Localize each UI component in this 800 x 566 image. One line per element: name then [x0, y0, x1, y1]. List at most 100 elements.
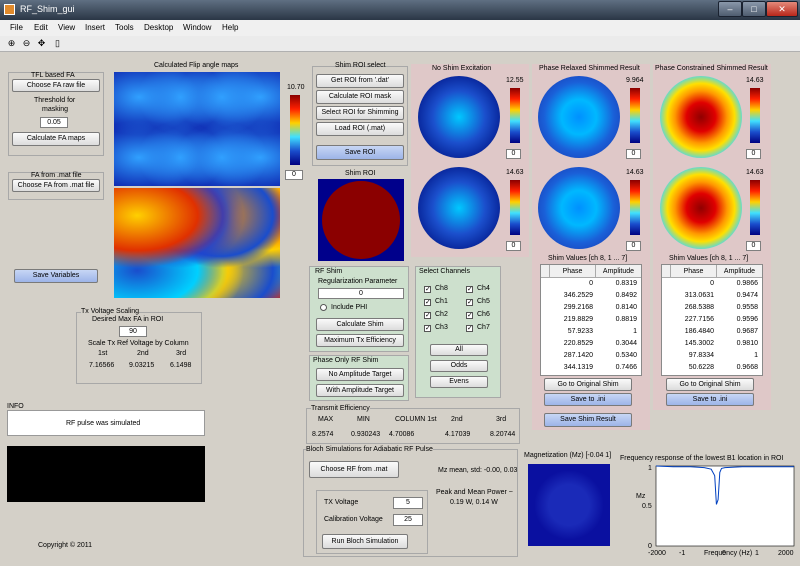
calibration-voltage-label: Calibration Voltage: [324, 516, 383, 523]
constrained-go-original-button[interactable]: Go to Original Shim: [666, 378, 754, 391]
menu-help[interactable]: Help: [222, 23, 238, 32]
get-roi-button[interactable]: Get ROI from '.dat': [316, 74, 404, 88]
no-shim-bottom-min[interactable]: 0: [506, 241, 521, 251]
menu-tools[interactable]: Tools: [115, 23, 134, 32]
relaxed-top-map: [538, 76, 620, 158]
choose-fa-raw-button[interactable]: Choose FA raw file: [12, 79, 100, 92]
calculate-roi-mask-button[interactable]: Calculate ROI mask: [316, 90, 404, 104]
freq-xlabel: Frequency (Hz): [704, 550, 752, 557]
shim-roi-select-title: Shim ROI select: [335, 62, 386, 69]
fa-colorbar-min[interactable]: 0: [285, 170, 303, 180]
desired-max-fa-input[interactable]: 90: [119, 326, 147, 337]
reg-param-label: Regularization Parameter: [318, 278, 398, 285]
close-button[interactable]: ✕: [766, 1, 798, 17]
save-variables-button[interactable]: Save Variables: [14, 269, 98, 283]
no-shim-top-map: [418, 76, 500, 158]
shim-phase-cell: 57.9233: [567, 328, 593, 335]
constrained-bottom-min[interactable]: 0: [746, 241, 761, 251]
channel-checkbox-ch8[interactable]: ✓: [424, 286, 431, 293]
tx-eff-header: 2nd: [451, 416, 463, 423]
zoom-in-icon[interactable]: ⊕: [6, 38, 17, 49]
shim-amplitude-cell: 0.9866: [736, 280, 758, 287]
constrained-shim-table[interactable]: Phase Amplitude 0 0.9866 313.0631 0.9474 268…: [661, 264, 763, 376]
tx-eff-value: 4.17039: [445, 431, 471, 438]
no-shim-bottom-max: 14.63: [506, 169, 524, 176]
relaxed-title: Phase Relaxed Shimmed Result: [539, 65, 640, 72]
shim-phase-cell: 227.7156: [684, 316, 714, 323]
tx-eff-header: COLUMN 1st: [395, 416, 437, 423]
relaxed-col-amplitude: Amplitude: [595, 265, 641, 278]
relaxed-bottom-min[interactable]: 0: [626, 241, 641, 251]
reg-param-input[interactable]: 0: [318, 288, 404, 299]
run-bloch-simulation-button[interactable]: Run Bloch Simulation: [322, 534, 408, 549]
tx-eff-value: 0.930243: [351, 431, 381, 438]
save-shim-result-button[interactable]: Save Shim Result: [544, 413, 632, 427]
menu-view[interactable]: View: [58, 23, 75, 32]
shim-amplitude-cell: 0.3044: [615, 340, 637, 347]
save-roi-button[interactable]: Save ROI: [316, 145, 404, 160]
choose-rf-button[interactable]: Choose RF from .mat: [309, 461, 399, 478]
all-channels-button[interactable]: All: [430, 344, 488, 356]
channel-checkbox-ch6[interactable]: ✓: [466, 312, 473, 319]
constrained-top-min[interactable]: 0: [746, 149, 761, 159]
load-roi-button[interactable]: Load ROI (.mat): [316, 122, 404, 136]
no-amplitude-target-button[interactable]: No Amplitude Target: [316, 368, 404, 381]
data-cursor-icon[interactable]: ✥: [36, 38, 47, 49]
channel-checkbox-ch2[interactable]: ✓: [424, 312, 431, 319]
shim-amplitude-cell: 0.8492: [615, 292, 637, 299]
zoom-out-icon[interactable]: ⊖: [21, 38, 32, 49]
tx-voltage-input[interactable]: 5: [393, 497, 423, 509]
max-tx-efficiency-button[interactable]: Maximum Tx Efficiency: [316, 334, 404, 347]
relaxed-go-original-button[interactable]: Go to Original Shim: [544, 378, 632, 391]
constrained-col-amplitude: Amplitude: [716, 265, 762, 278]
menu-insert[interactable]: Insert: [85, 23, 105, 32]
scale-2nd-value: 9.03215: [129, 362, 155, 369]
relaxed-shim-table[interactable]: Phase Amplitude 0 0.8319 346.2529 0.8492 299…: [540, 264, 642, 376]
shim-phase-cell: 186.4840: [684, 328, 714, 335]
shim-phase-cell: 344.1319: [563, 364, 593, 371]
menu-edit[interactable]: Edit: [34, 23, 48, 32]
evens-channels-button[interactable]: Evens: [430, 376, 488, 388]
relaxed-top-min[interactable]: 0: [626, 149, 641, 159]
freq-ytick-05: 0.5: [642, 503, 652, 510]
select-roi-button[interactable]: Select ROI for Shimming: [316, 106, 404, 120]
no-shim-top-min[interactable]: 0: [506, 149, 521, 159]
shim-amplitude-cell: 0.8319: [615, 280, 637, 287]
menu-file[interactable]: File: [10, 23, 23, 32]
no-shim-bottom-colorbar: [510, 180, 520, 235]
include-phi-radio[interactable]: [320, 304, 327, 311]
channel-checkbox-ch7[interactable]: ✓: [466, 325, 473, 332]
fa-colorbar: [290, 95, 300, 165]
shim-phase-cell: 299.2168: [563, 304, 593, 311]
choose-fa-mat-button[interactable]: Choose FA from .mat file: [12, 179, 100, 192]
odds-channels-button[interactable]: Odds: [430, 360, 488, 372]
relaxed-save-ini-button[interactable]: Save to .ini: [544, 393, 632, 406]
tx-efficiency-panel: Transmit Efficiency: [306, 405, 520, 444]
fa-mat-title: FA from .mat file: [31, 172, 82, 179]
maximize-button[interactable]: □: [742, 1, 766, 17]
menu-window[interactable]: Window: [183, 23, 211, 32]
no-shim-top-max: 12.55: [506, 77, 524, 84]
colorbar-icon[interactable]: ▯: [52, 38, 63, 49]
with-amplitude-target-button[interactable]: With Amplitude Target: [316, 384, 404, 397]
channel-checkbox-ch3[interactable]: ✓: [424, 325, 431, 332]
relaxed-top-colorbar: [630, 88, 640, 143]
shim-phase-cell: 0: [589, 280, 593, 287]
column-2nd-label: 2nd: [137, 350, 149, 357]
freq-ytick-0: 0: [648, 543, 652, 550]
power-values: 0.19 W, 0.14 W: [450, 499, 498, 506]
constrained-save-ini-button[interactable]: Save to .ini: [666, 393, 754, 406]
relaxed-bottom-map: [538, 167, 620, 249]
channel-checkbox-ch5[interactable]: ✓: [466, 299, 473, 306]
menu-desktop[interactable]: Desktop: [144, 23, 173, 32]
shim-roi-title: Shim ROI: [345, 170, 376, 177]
calculate-fa-maps-button[interactable]: Calculate FA maps: [12, 132, 100, 146]
channel-checkbox-ch4[interactable]: ✓: [466, 286, 473, 293]
channel-checkbox-ch1[interactable]: ✓: [424, 299, 431, 306]
threshold-input[interactable]: 0.05: [40, 117, 68, 128]
minimize-button[interactable]: ‒: [718, 1, 742, 17]
shim-phase-cell: 220.8529: [563, 340, 593, 347]
calibration-voltage-input[interactable]: 25: [393, 514, 423, 526]
calculate-shim-button[interactable]: Calculate Shim: [316, 318, 404, 331]
shim-amplitude-cell: 1: [754, 352, 758, 359]
